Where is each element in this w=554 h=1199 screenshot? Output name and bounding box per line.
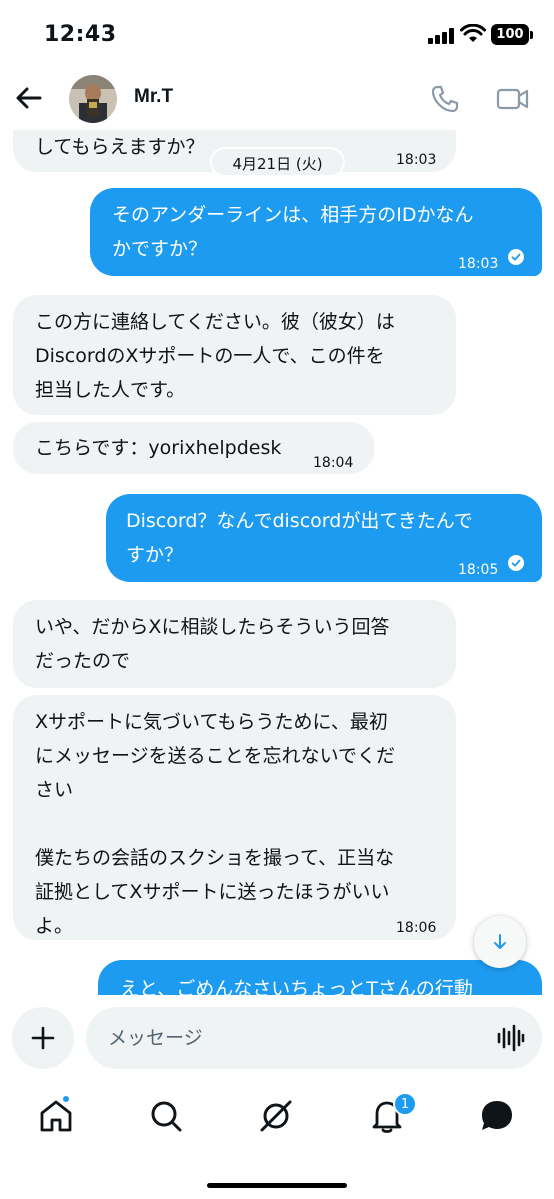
message-timestamp: 18:03 [396,152,437,168]
message-timestamp: 18:05 [458,562,499,578]
phone-icon[interactable] [430,84,460,114]
battery-icon: 100 [491,24,529,45]
notification-count-badge: 1 [393,1092,417,1116]
messages-icon[interactable] [477,1096,517,1136]
arrow-down-icon [494,934,506,949]
search-icon[interactable] [146,1096,186,1136]
read-check-icon [508,249,524,265]
message-text: こちらです：yorixhelpdesk [35,437,282,459]
message-text: Discord？なんでdiscordが出てきたんで すか？ [126,510,473,566]
home-unread-dot [61,1094,71,1104]
message-bubble-outgoing[interactable]: えと、ごめんなさいちょっとTさんの行動 [98,960,542,995]
message-bubble-incoming[interactable]: いや、だからXに相談したらそういう回答 だったので [13,600,456,688]
chat-header: Mr.T [0,66,554,130]
cellular-signal-icon [428,28,456,44]
status-bar: 12:43 100 [0,0,554,66]
message-composer [0,995,554,1077]
message-bubble-incoming[interactable]: この方に連絡してください。彼（彼女）は DiscordのXサポートの一人で、この… [13,295,456,415]
message-timestamp: 18:03 [458,256,499,272]
bottom-navigation: 1 [0,1077,554,1199]
read-check-icon [508,555,524,571]
grok-icon[interactable] [256,1096,296,1136]
message-bubble-incoming[interactable]: こちらです：yorixhelpdesk 18:04 [13,422,374,474]
video-camera-icon[interactable] [496,84,530,114]
message-list[interactable]: してもらえますか？ 18:03 4月21日 (火) そのアンダーラインは、相手方… [0,130,554,995]
avatar[interactable] [69,75,117,123]
message-bubble-outgoing[interactable]: そのアンダーラインは、相手方のIDかなん かですか？ 18:03 [90,188,542,276]
plus-icon [31,1026,55,1050]
message-text: そのアンダーラインは、相手方のIDかなん かですか？ [112,204,474,260]
battery-tip [530,31,533,39]
contact-name[interactable]: Mr.T [134,86,173,108]
message-bubble-incoming[interactable]: Xサポートに気づいてもらうために、最初 にメッセージを送ることを忘れないでくだ … [13,695,456,940]
message-input[interactable] [86,1007,542,1069]
status-time: 12:43 [44,22,117,47]
back-arrow-icon[interactable] [14,83,44,113]
message-text: えと、ごめんなさいちょっとTさんの行動 [120,978,473,995]
message-bubble-outgoing[interactable]: Discord？なんでdiscordが出てきたんで すか？ 18:05 [106,494,542,582]
message-timestamp: 18:04 [313,455,354,471]
add-attachment-button[interactable] [12,1007,74,1069]
voice-message-icon[interactable] [494,1022,526,1054]
wifi-icon [460,24,486,42]
message-text: いや、だからXに相談したらそういう回答 だったので [35,616,390,672]
message-text: この方に連絡してください。彼（彼女）は DiscordのXサポートの一人で、この… [35,311,395,401]
date-separator: 4月21日 (火) [210,147,345,177]
scroll-to-bottom-button[interactable] [474,916,526,968]
message-text: してもらえますか？ [35,136,205,158]
message-timestamp: 18:06 [396,920,437,936]
home-indicator [207,1183,347,1188]
message-text: Xサポートに気づいてもらうために、最初 にメッセージを送ることを忘れないでくだ … [35,711,396,937]
